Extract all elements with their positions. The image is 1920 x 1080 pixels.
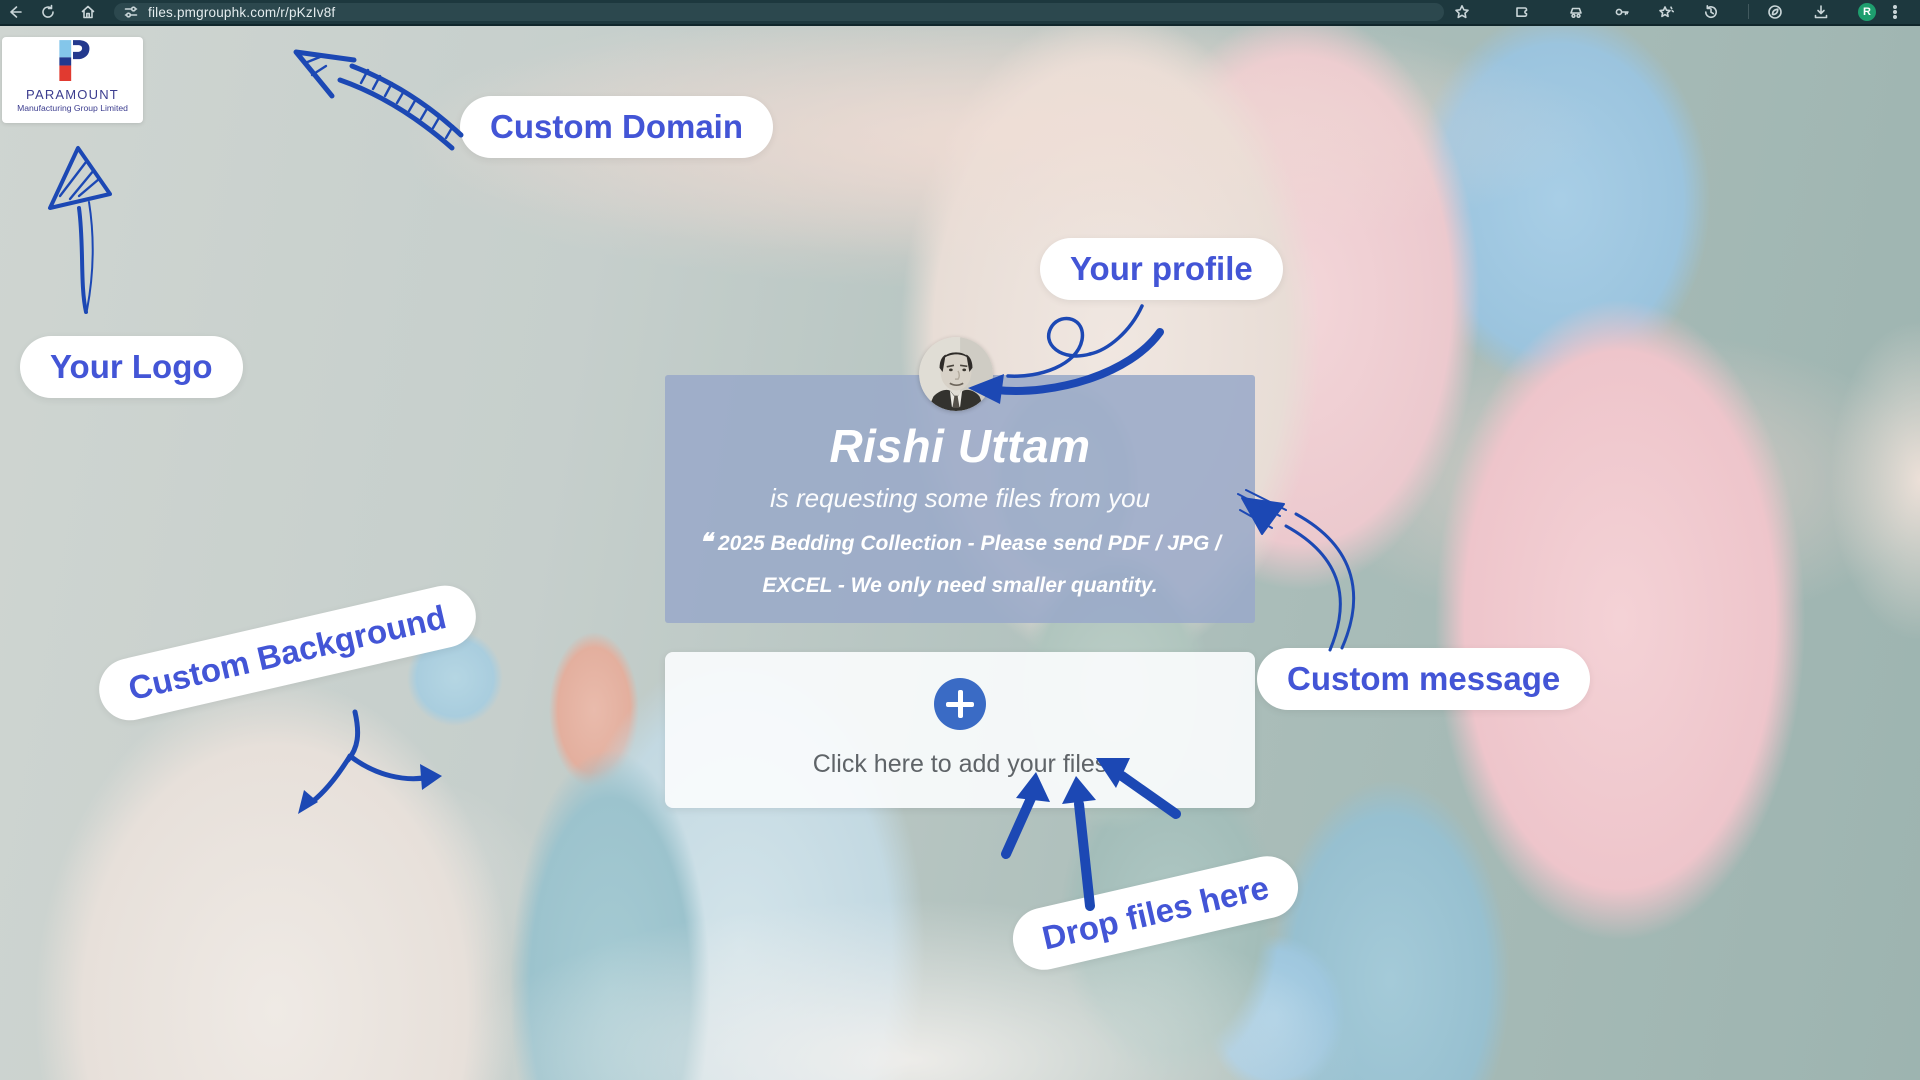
browser-profile-avatar[interactable]: R [1858, 3, 1876, 21]
history-icon[interactable] [1702, 3, 1720, 21]
paramount-logo-mark [53, 37, 93, 85]
message-body: 2025 Bedding Collection - Please send PD… [718, 532, 1221, 597]
browser-toolbar: files.pmgrouphk.com/r/pKzIv8f R [0, 0, 1920, 26]
toolbar-divider [1748, 4, 1749, 19]
screen: files.pmgrouphk.com/r/pKzIv8f R [0, 0, 1920, 1080]
add-files-plus-icon[interactable] [934, 678, 986, 730]
password-key-icon[interactable] [1613, 3, 1631, 21]
file-request-card: Rishi Uttam is requesting some files fro… [665, 375, 1255, 623]
annotation-custom-domain: Custom Domain [460, 96, 773, 158]
url-text[interactable]: files.pmgrouphk.com/r/pKzIv8f [148, 5, 335, 20]
extensions-puzzle-icon[interactable] [1513, 3, 1531, 21]
quote-icon: ❝ [699, 529, 712, 556]
portrait-photo [919, 337, 993, 411]
dropzone-label[interactable]: Click here to add your files [665, 750, 1255, 779]
site-settings-tune-icon[interactable] [122, 3, 140, 21]
menu-kebab-icon[interactable] [1886, 3, 1904, 21]
eco-extension-icon[interactable] [1766, 3, 1784, 21]
company-subtitle: Manufacturing Group Limited [17, 103, 128, 113]
custom-message-text: ❝2025 Bedding Collection - Please send P… [680, 522, 1240, 607]
annotation-custom-message: Custom message [1257, 648, 1590, 710]
address-bar[interactable]: files.pmgrouphk.com/r/pKzIv8f [114, 3, 1444, 21]
company-logo-card: PARAMOUNT Manufacturing Group Limited [2, 37, 143, 123]
requester-avatar [919, 337, 993, 411]
requester-name: Rishi Uttam [665, 419, 1255, 473]
reload-icon[interactable] [39, 3, 57, 21]
request-subtitle: is requesting some files from you [665, 483, 1255, 514]
company-name: PARAMOUNT [26, 87, 119, 102]
back-icon[interactable] [6, 3, 24, 21]
downloads-icon[interactable] [1812, 3, 1830, 21]
annotation-your-logo: Your Logo [20, 336, 243, 398]
bookmark-star-icon[interactable] [1453, 3, 1471, 21]
file-dropzone[interactable]: Click here to add your files [665, 652, 1255, 808]
bookmark-stars-icon[interactable] [1657, 3, 1675, 21]
cart-extension-icon[interactable] [1567, 3, 1585, 21]
annotation-your-profile: Your profile [1040, 238, 1283, 300]
home-icon[interactable] [79, 3, 97, 21]
